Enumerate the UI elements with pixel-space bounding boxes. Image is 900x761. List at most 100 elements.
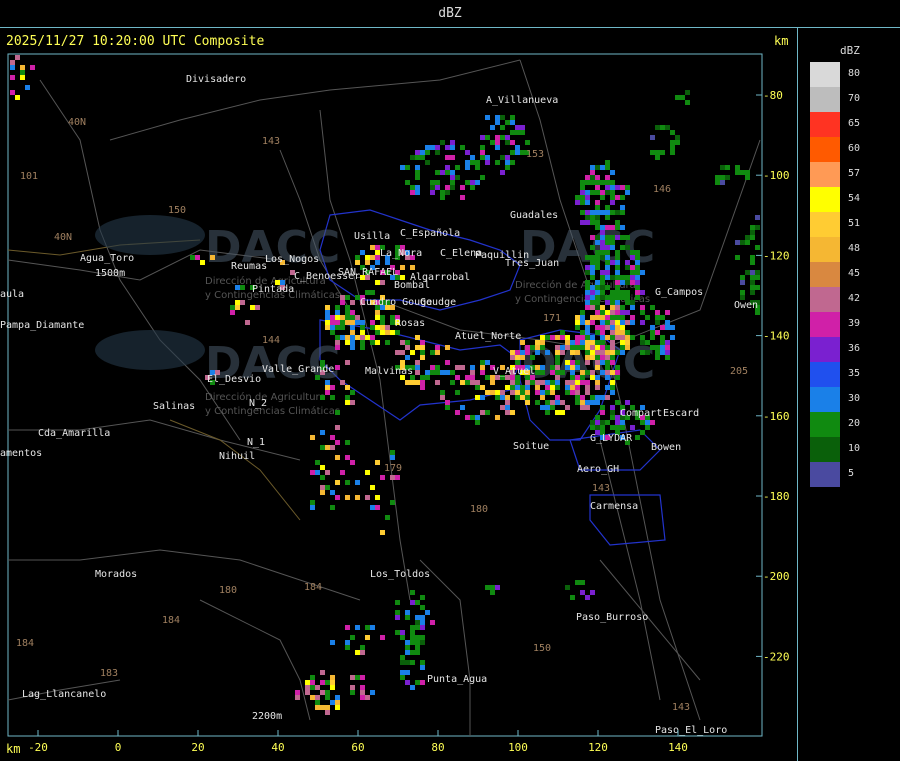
legend-entry: 54 xyxy=(808,187,888,212)
map-panel-border xyxy=(7,53,763,737)
legend-swatch xyxy=(810,162,840,187)
place-label: Pampa_Diamante xyxy=(0,320,84,331)
legend-label: 35 xyxy=(848,368,861,379)
legend-label: 51 xyxy=(848,218,861,229)
place-label: La_Nora xyxy=(380,248,422,259)
svg-text:153: 153 xyxy=(526,149,544,160)
place-label: Paso_Burroso xyxy=(576,612,648,623)
place-label: 1500m xyxy=(95,268,125,279)
place-label: Atuel_Norte xyxy=(455,331,521,342)
place-label: Divisadero xyxy=(186,74,246,85)
legend-swatch xyxy=(810,462,840,487)
place-label: Nihuil xyxy=(219,451,255,462)
legend-label: 5 xyxy=(848,468,855,479)
legend-label: 65 xyxy=(848,118,861,129)
place-label: A_Villanueva xyxy=(486,95,558,106)
place-label: N_1 xyxy=(247,437,265,448)
y-tick-label: -100 xyxy=(763,169,790,182)
place-label: Carmensa xyxy=(590,501,638,512)
legend-label: 54 xyxy=(848,193,861,204)
legend-swatch xyxy=(810,62,840,87)
legend-entry: 39 xyxy=(808,312,888,337)
legend-entry: 30 xyxy=(808,387,888,412)
legend-entry: 45 xyxy=(808,262,888,287)
place-label: Punta_Agua xyxy=(427,674,487,685)
svg-text:144: 144 xyxy=(262,335,280,346)
place-label: Reumas xyxy=(231,261,267,272)
svg-text:150: 150 xyxy=(168,205,186,216)
legend-swatch xyxy=(810,87,840,112)
x-tick-label: 100 xyxy=(508,741,528,754)
legend-swatch xyxy=(810,362,840,387)
legend-entry: 48 xyxy=(808,237,888,262)
legend-swatch xyxy=(810,412,840,437)
place-label: Paso_El_Loro xyxy=(655,725,727,736)
place-label: Agua_Toro xyxy=(80,253,134,264)
place-label: Malvinas xyxy=(365,366,413,377)
place-label: Goudge xyxy=(420,297,456,308)
legend-entry: 20 xyxy=(808,412,888,437)
legend-entry: 65 xyxy=(808,112,888,137)
legend-entry: 36 xyxy=(808,337,888,362)
legend-entry: 80 xyxy=(808,62,888,87)
x-tick-label: 60 xyxy=(351,741,364,754)
place-label: Soitue xyxy=(513,441,549,452)
y-tick-label: -180 xyxy=(763,490,790,503)
y-tick-label: -200 xyxy=(763,570,790,583)
unit-label-x: km xyxy=(6,742,21,756)
svg-text:40N: 40N xyxy=(68,117,86,128)
radar-map[interactable]: DACC DACC Dirección de Agricultura y Con… xyxy=(0,0,900,761)
place-label: Escard xyxy=(663,408,699,419)
legend-swatch xyxy=(810,287,840,312)
place-label: Guadales xyxy=(510,210,558,221)
legend-entry: 70 xyxy=(808,87,888,112)
legend-entry: 60 xyxy=(808,137,888,162)
svg-text:143: 143 xyxy=(262,136,280,147)
legend-label: 39 xyxy=(848,318,861,329)
legend-swatch xyxy=(810,387,840,412)
legend-label: 20 xyxy=(848,418,861,429)
svg-text:143: 143 xyxy=(592,483,610,494)
y-axis: -80 -100 -120 -140 -160 -180 -200 -220 xyxy=(756,89,790,663)
place-label: 2200m xyxy=(252,711,282,722)
legend-swatch xyxy=(810,262,840,287)
x-axis: -20 0 20 40 60 80 100 120 140 xyxy=(28,730,688,754)
place-label: Compart xyxy=(620,408,662,419)
svg-text:101: 101 xyxy=(20,171,38,182)
watermark-brand-top: DACC xyxy=(205,222,340,273)
legend-swatch xyxy=(810,187,840,212)
x-tick-label: 0 xyxy=(115,741,122,754)
svg-text:205: 205 xyxy=(730,366,748,377)
legend-label: 48 xyxy=(848,243,861,254)
place-label: Salinas xyxy=(153,401,195,412)
place-label: Pintada xyxy=(252,284,294,295)
place-label: El_Desvio xyxy=(207,374,261,385)
legend-label: 10 xyxy=(848,443,861,454)
unit-label-y: km xyxy=(774,34,789,48)
legend-label: 42 xyxy=(848,293,861,304)
legend-entry: 42 xyxy=(808,287,888,312)
svg-text:183: 183 xyxy=(100,668,118,679)
place-label: SAN_RAFAEL xyxy=(338,267,398,278)
legend-label: 45 xyxy=(848,268,861,279)
legend-label: 57 xyxy=(848,168,861,179)
svg-text:146: 146 xyxy=(653,184,671,195)
svg-text:171: 171 xyxy=(543,313,561,324)
legend-swatch xyxy=(810,112,840,137)
y-tick-label: -220 xyxy=(763,650,790,663)
legend-label: 30 xyxy=(848,393,861,404)
place-label: Rosas xyxy=(395,318,425,329)
legend-swatch xyxy=(810,212,840,237)
place-label: Lag_Llancanelo xyxy=(22,689,106,700)
legend-entry: 35 xyxy=(808,362,888,387)
svg-text:179: 179 xyxy=(384,463,402,474)
place-label: Bowen xyxy=(651,442,681,453)
legend-swatch xyxy=(810,237,840,262)
svg-text:143: 143 xyxy=(672,702,690,713)
legend-swatch xyxy=(810,337,840,362)
place-label: aula xyxy=(0,289,24,300)
place-label: Usilla xyxy=(354,231,390,242)
legend-entry: 10 xyxy=(808,437,888,462)
legend-label: 70 xyxy=(848,93,861,104)
place-label: G_LYDAR xyxy=(590,433,633,444)
